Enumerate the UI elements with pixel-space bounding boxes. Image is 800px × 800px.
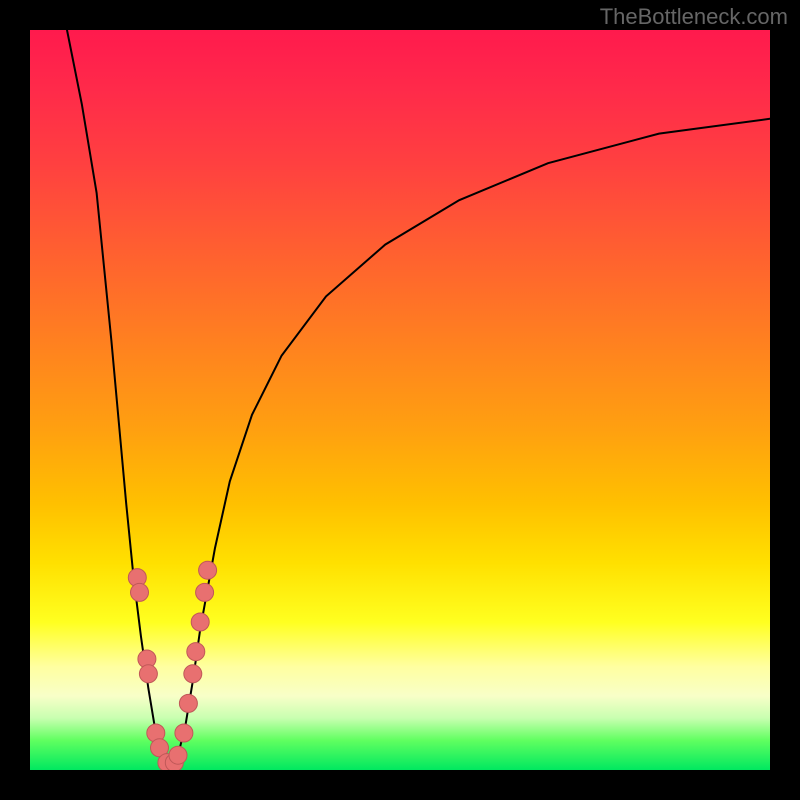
marker-point <box>175 724 193 742</box>
markers-group <box>128 561 216 770</box>
watermark-text: TheBottleneck.com <box>600 4 788 30</box>
marker-point <box>184 665 202 683</box>
marker-point <box>179 694 197 712</box>
marker-point <box>196 583 214 601</box>
marker-point <box>131 583 149 601</box>
marker-point <box>169 746 187 764</box>
chart-frame: TheBottleneck.com <box>0 0 800 800</box>
chart-svg <box>30 30 770 770</box>
marker-point <box>187 643 205 661</box>
plot-area <box>30 30 770 770</box>
marker-point <box>191 613 209 631</box>
marker-point <box>139 665 157 683</box>
curve-right <box>171 119 770 770</box>
marker-point <box>199 561 217 579</box>
